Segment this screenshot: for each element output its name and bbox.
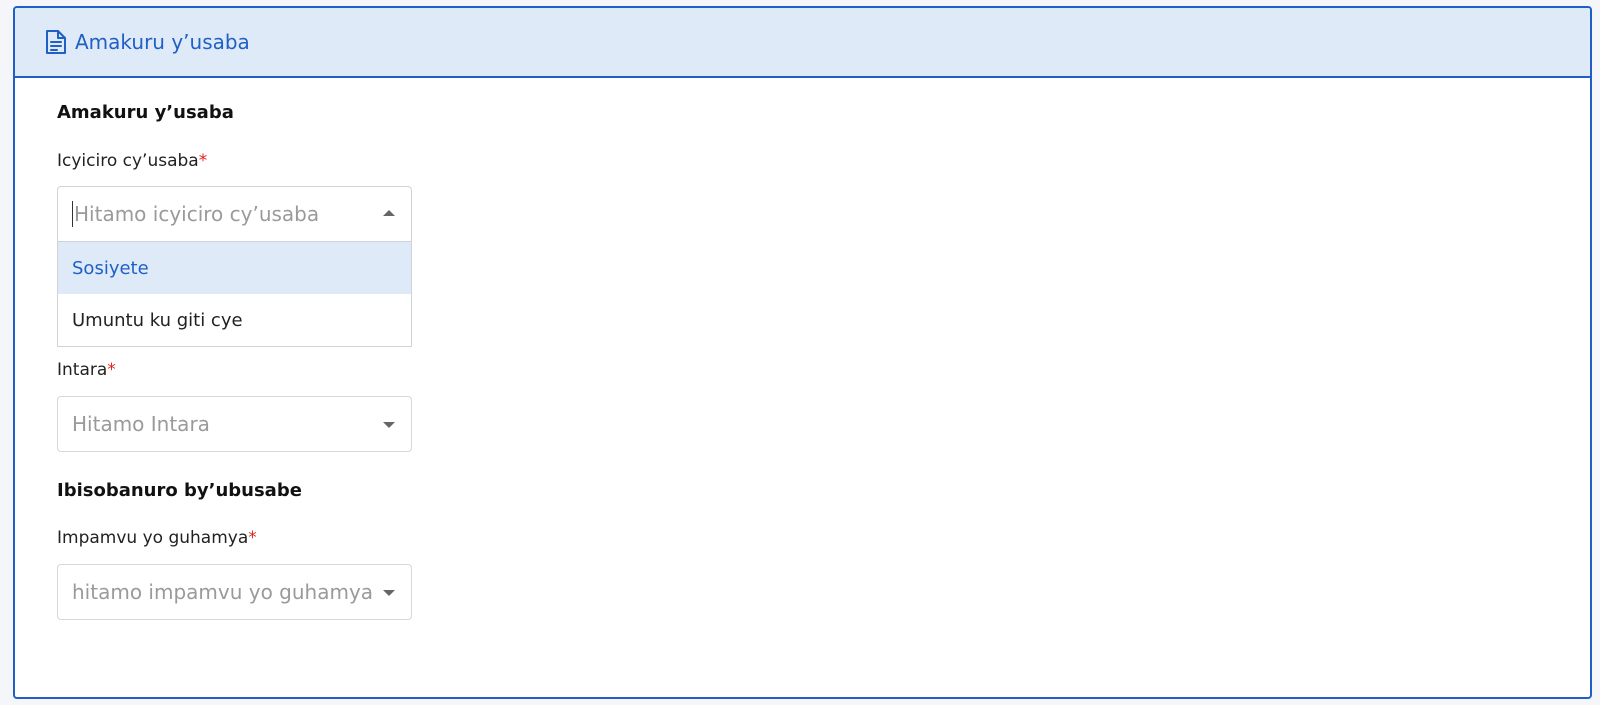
section-title-applicant: Amakuru y’usaba (57, 102, 234, 123)
reason-placeholder: hitamo impamvu yo guhamya (72, 580, 374, 604)
category-label: Icyiciro cy’usaba* (57, 151, 208, 171)
category-dropdown: Sosiyete Umuntu ku giti cye (57, 242, 412, 347)
reason-label: Impamvu yo guhamya* (57, 528, 257, 548)
option-umuntu-ku-giti-cye[interactable]: Umuntu ku giti cye (58, 294, 411, 346)
chevron-down-icon (383, 422, 395, 428)
category-placeholder: Hitamo icyiciro cy’usaba (74, 202, 320, 226)
section-title-request: Ibisobanuro by’ubusabe (57, 480, 302, 501)
province-select[interactable]: Hitamo Intara (57, 396, 412, 452)
text-cursor (72, 201, 73, 227)
card-title: Amakuru y’usaba (75, 30, 250, 54)
option-sosiyete[interactable]: Sosiyete (58, 242, 411, 294)
province-label: Intara* (57, 360, 116, 380)
document-icon (45, 29, 67, 55)
required-mark: * (248, 528, 257, 548)
required-mark: * (107, 360, 116, 380)
applicant-info-card: Amakuru y’usaba Amakuru y’usaba Icyiciro… (13, 6, 1592, 699)
province-placeholder: Hitamo Intara (72, 412, 210, 436)
required-mark: * (198, 151, 208, 171)
chevron-down-icon (383, 590, 395, 596)
chevron-up-icon (383, 210, 395, 216)
category-select[interactable]: Hitamo icyiciro cy’usaba (57, 186, 412, 242)
reason-select[interactable]: hitamo impamvu yo guhamya (57, 564, 412, 620)
card-header: Amakuru y’usaba (15, 8, 1590, 78)
